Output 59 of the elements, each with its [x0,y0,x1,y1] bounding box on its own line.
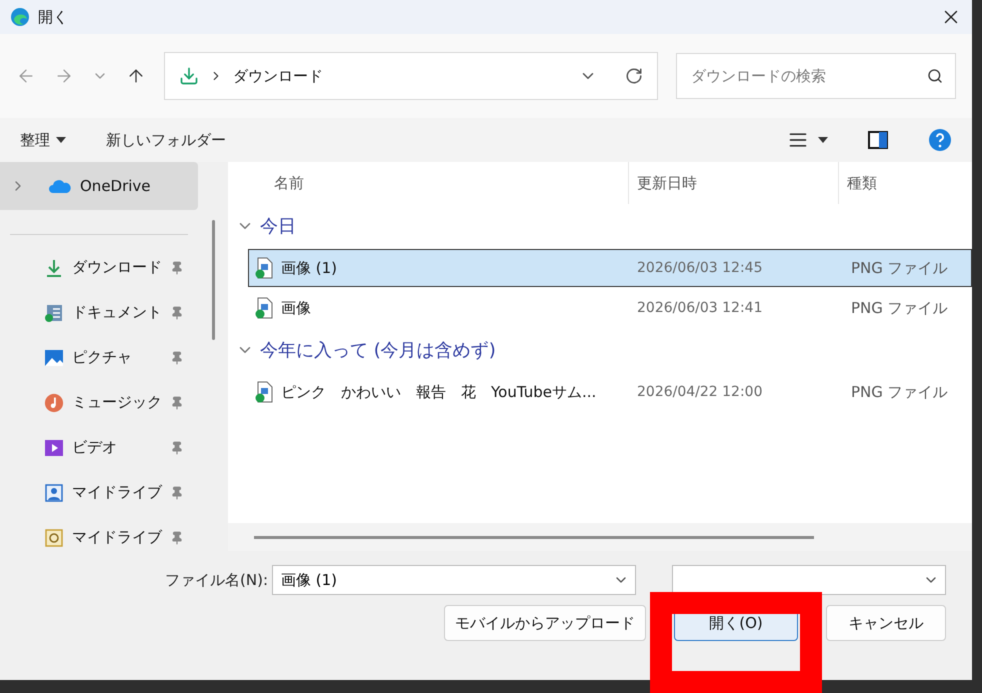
image-file-icon [255,381,273,403]
sidebar-item[interactable]: ダウンロード [0,245,198,290]
column-header[interactable]: 更新日時 [628,162,838,204]
sidebar-item[interactable]: マイドライブ [0,470,198,515]
column-header[interactable]: 種類 [838,162,972,204]
sidebar-item[interactable]: OneDrive [0,162,198,210]
dialog-button[interactable]: キャンセル [826,605,946,641]
search-icon [927,68,943,84]
file-row[interactable]: ピンク かわいい 報告 花 YouTubeサム... 2026/04/22 12:00 PNG ファイル [248,373,972,411]
browser-logo-icon [10,7,30,27]
file-type: PNG ファイル [850,258,949,278]
download-icon [44,258,64,278]
search-box[interactable]: ダウンロードの検索 [676,53,956,99]
scrollbar-thumb[interactable] [212,220,214,340]
file-row[interactable]: 画像 (1) 2026/06/03 12:45 PNG ファイル [248,249,972,287]
file-name-field[interactable]: 画像 (1) [279,570,613,590]
portrait-icon [44,482,64,502]
file-type: PNG ファイル [850,382,949,402]
sidebar-item[interactable]: ビデオ [0,425,198,470]
music-note-icon [44,392,64,414]
address-bar[interactable]: ダウンロード [164,52,658,100]
image-file-icon [255,297,273,319]
caret-icon [818,137,828,143]
file-row[interactable]: 画像 2026/06/03 12:41 PNG ファイル [248,289,972,327]
picture-icon [44,348,64,368]
new-folder-button[interactable]: 新しいフォルダー [106,130,226,150]
sidebar-item[interactable]: ピクチャ [0,335,198,380]
dialog-button[interactable]: モバイルからアップロード [444,605,646,641]
cloud-icon [48,178,72,194]
group-header: 今年に入って (今月は含めず) [260,339,496,362]
modified-date: 2026/06/03 12:45 [636,260,764,276]
image-file-icon [255,257,273,279]
file-name: 画像 (1) [281,258,338,278]
file-type-dropdown[interactable] [672,565,946,595]
search-field[interactable]: ダウンロードの検索 [689,66,927,86]
caret-icon [56,137,66,143]
video-icon [44,438,64,458]
column-header[interactable]: 名前 [228,162,628,204]
group-header: 今日 [260,215,296,238]
file-name: ピンク かわいい 報告 花 YouTubeサム... [281,382,596,402]
organize-menu[interactable]: 整理 [20,130,66,150]
sidebar-item[interactable]: ドキュメント [0,290,198,335]
sidebar-item[interactable]: マイドライブ [0,515,198,551]
file-name: 画像 [281,298,311,318]
modified-date: 2026/06/03 12:41 [636,300,764,316]
document-icon [44,302,64,322]
preview-pane-icon[interactable] [868,131,888,149]
photo-icon [44,528,64,548]
file-name-combo-box[interactable]: 画像 (1) [272,565,636,595]
window-title: 開く [38,8,69,26]
refresh-icon[interactable] [625,67,643,85]
help-icon[interactable] [928,128,952,152]
modified-date: 2026/04/22 12:00 [636,384,764,400]
sidebar-item[interactable]: ミュージック [0,380,198,425]
horizontal-scrollbar-thumb[interactable] [254,536,814,538]
download-icon [179,66,199,86]
file-type: PNG ファイル [850,298,949,318]
address-text: ダウンロード [233,66,324,86]
file-name-label: ファイル名(N): [165,570,268,590]
